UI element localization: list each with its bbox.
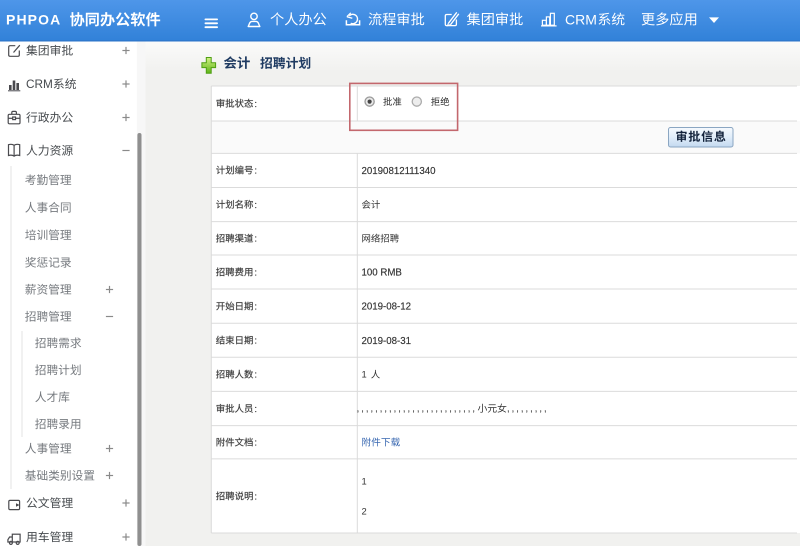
svg-text:CRM: CRM [565, 11, 597, 27]
svg-text::: : [254, 301, 257, 312]
svg-text:100 RMB: 100 RMB [362, 268, 402, 279]
svg-text:1: 1 [362, 369, 367, 380]
svg-text:CRM: CRM [26, 77, 53, 91]
svg-text::: : [254, 437, 257, 448]
svg-text:PHPOA: PHPOA [6, 12, 61, 28]
svg-text::: : [254, 233, 257, 244]
svg-text::: : [254, 98, 257, 109]
svg-text::: : [254, 335, 257, 346]
svg-text:2: 2 [362, 505, 367, 516]
svg-text:,,,,,,,,,,,,,,,,,,,,,,,,,,: ,,,,,,,,,,,,,,,,,,,,,,,,,, [357, 403, 477, 414]
svg-text:1: 1 [362, 475, 367, 486]
svg-text::: : [254, 199, 257, 210]
svg-text::: : [254, 490, 257, 501]
svg-text::: : [254, 369, 257, 380]
svg-text:,,,,,,,,,: ,,,,,,,,, [507, 403, 549, 414]
svg-text:2019-08-12: 2019-08-12 [362, 302, 412, 313]
svg-text:20190812111340: 20190812111340 [362, 166, 437, 177]
svg-text:2019-08-31: 2019-08-31 [362, 336, 412, 347]
svg-text::: : [254, 165, 257, 176]
svg-text::: : [254, 266, 257, 277]
svg-text::: : [254, 403, 257, 414]
